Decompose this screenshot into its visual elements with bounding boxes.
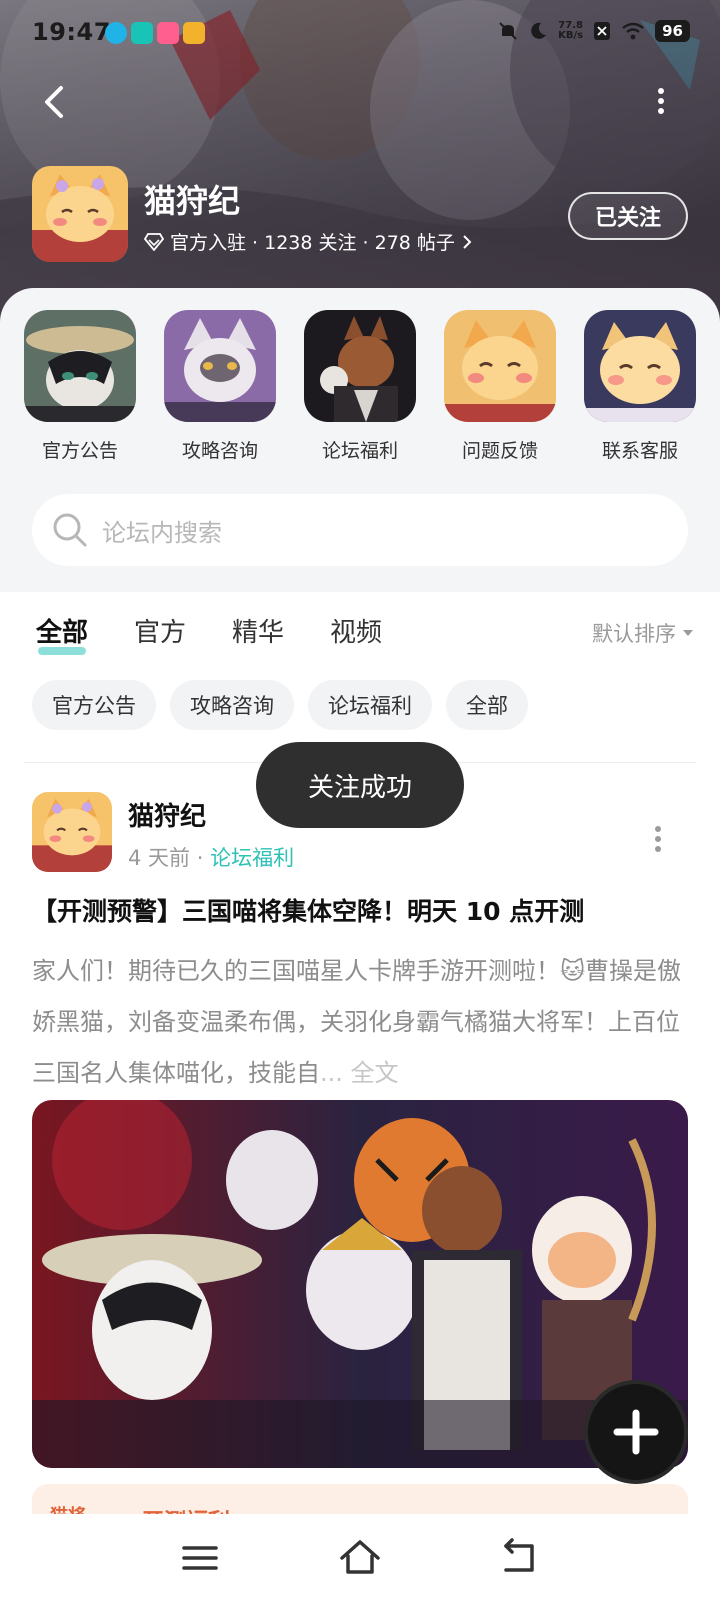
tab-all[interactable]: 全部 [36, 612, 88, 657]
post-title[interactable]: 【开测预警】三国喵将集体空降！明天 10 点开测 [32, 892, 692, 928]
shortcut-label: 攻略咨询 [181, 440, 258, 462]
post-author-name[interactable]: 猫狩纪 [128, 796, 206, 833]
forum-header: 19:47 77.8 KB/s 96 猫狩纪 官方入驻 · 1238 关注 · … [0, 0, 720, 330]
orange-cat-icon [444, 310, 556, 422]
shortcut-row: 官方公告 攻略咨询 论坛福利 问题反馈 联系客服 [24, 310, 696, 463]
tab-featured[interactable]: 精华 [232, 612, 284, 657]
shortcut-forum-benefits[interactable]: 论坛福利 [304, 310, 416, 463]
tab-official[interactable]: 官方 [134, 612, 186, 657]
toast-message: 关注成功 [256, 742, 464, 828]
status-time: 19:47 [32, 18, 111, 46]
forum-stats[interactable]: 官方入驻 · 1238 关注 · 278 帖子 [144, 228, 473, 255]
shortcut-label: 联系客服 [601, 440, 678, 462]
forum-stats-text: 官方入驻 · 1238 关注 · 278 帖子 [170, 232, 455, 254]
post-category-link[interactable]: 论坛福利 [210, 846, 294, 870]
chip-official-notice[interactable]: 官方公告 [32, 680, 156, 730]
more-options-icon[interactable] [646, 86, 676, 116]
brown-cat-icon [304, 310, 416, 422]
shortcut-panel: 官方公告 攻略咨询 论坛福利 问题反馈 联系客服 论坛内搜索 [0, 288, 720, 592]
post-more-icon[interactable] [652, 824, 664, 854]
search-placeholder: 论坛内搜索 [102, 518, 222, 547]
network-speed: 77.8 KB/s [558, 20, 584, 41]
diamond-icon [144, 232, 164, 251]
shortcut-customer-service[interactable]: 联系客服 [584, 310, 696, 463]
white-cat-icon [164, 310, 276, 422]
status-indicators: 77.8 KB/s 96 [498, 20, 690, 42]
cat-mascot-icon [32, 792, 112, 872]
weibo-app-icon [183, 22, 205, 44]
post-author-avatar[interactable] [32, 792, 112, 872]
sim-off-icon [594, 22, 611, 40]
following-button[interactable]: 已关注 [568, 192, 688, 240]
chip-all[interactable]: 全部 [446, 680, 528, 730]
forum-search-input[interactable]: 论坛内搜索 [32, 494, 688, 566]
shortcut-feedback[interactable]: 问题反馈 [444, 310, 556, 463]
meta-separator: · [196, 846, 211, 870]
forum-name: 猫狩纪 [144, 182, 241, 220]
shortcut-label: 论坛福利 [321, 440, 398, 462]
chip-strategy-guide[interactable]: 攻略咨询 [170, 680, 294, 730]
battery-level: 96 [655, 20, 690, 42]
top-app-icon [131, 22, 153, 44]
smiling-cat-icon [584, 310, 696, 422]
menu-icon[interactable] [178, 1536, 222, 1580]
back-arrow-icon[interactable] [36, 82, 76, 122]
caret-down-icon [683, 630, 693, 636]
post-filter-tabs: 全部 官方 精华 视频 [36, 612, 382, 657]
post-meta: 4 天前 · 论坛福利 [128, 842, 294, 872]
forum-avatar[interactable] [32, 166, 128, 262]
mute-icon [499, 22, 517, 40]
read-full-link[interactable]: ... 全文 [320, 1059, 399, 1087]
shortcut-official-notice[interactable]: 官方公告 [24, 310, 136, 463]
lofter-app-icon [157, 22, 179, 44]
plus-icon [613, 1409, 659, 1455]
status-app-icons [105, 22, 205, 44]
tab-video[interactable]: 视频 [330, 612, 382, 657]
back-nav-icon[interactable] [498, 1536, 542, 1580]
chevron-right-icon [463, 234, 472, 249]
home-icon[interactable] [338, 1536, 382, 1580]
moon-icon [531, 22, 547, 39]
status-bar: 19:47 77.8 KB/s 96 [0, 14, 720, 54]
chip-forum-benefits[interactable]: 论坛福利 [308, 680, 432, 730]
shortcut-label: 官方公告 [41, 440, 118, 462]
category-chips: 官方公告 攻略咨询 论坛福利 全部 [32, 680, 528, 730]
app-notification-icon [105, 22, 127, 44]
black-cat-icon [24, 310, 136, 422]
sort-dropdown[interactable]: 默认排序 [592, 618, 694, 648]
search-icon [53, 513, 87, 547]
shortcut-strategy-guide[interactable]: 攻略咨询 [164, 310, 276, 463]
sort-label: 默认排序 [592, 622, 676, 646]
create-post-button[interactable] [584, 1380, 688, 1484]
wifi-icon [622, 22, 644, 40]
post-time: 4 天前 [128, 846, 191, 870]
cat-mascot-icon [32, 166, 128, 262]
shortcut-label: 问题反馈 [461, 440, 538, 462]
system-navigation-bar [0, 1514, 720, 1600]
post-excerpt[interactable]: 家人们！期待已久的三国喵星人卡牌手游开测啦！🐱曹操是傲娇黑猫，刘备变温柔布偶，关… [32, 946, 692, 1099]
